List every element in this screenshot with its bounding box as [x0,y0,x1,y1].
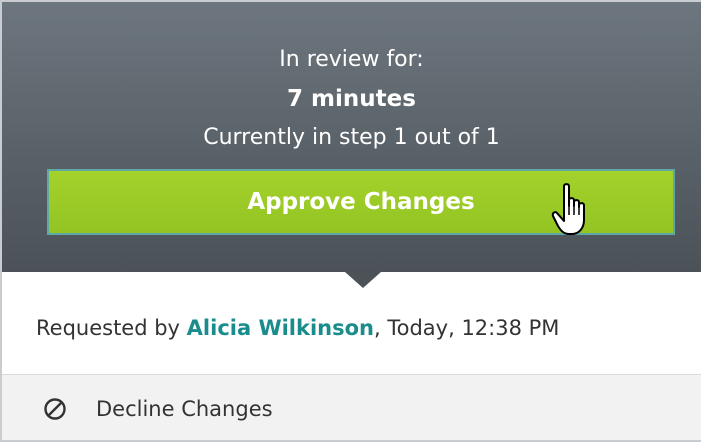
review-step-text: Currently in step 1 out of 1 [203,125,500,150]
decline-changes-button[interactable]: Decline Changes [2,375,701,440]
panel-pointer-notch [345,272,381,288]
review-widget: In review for: 7 minutes Currently in st… [0,0,701,442]
requested-by-row: Requested by Alicia Wilkinson, Today, 12… [2,288,701,374]
requester-name-link[interactable]: Alicia Wilkinson [187,316,374,340]
hand-pointer-cursor-icon [551,183,585,235]
request-timestamp: , Today, 12:38 PM [374,316,560,340]
review-status-label: In review for: [279,47,424,72]
review-duration: 7 minutes [287,86,416,112]
decline-changes-label: Decline Changes [96,397,273,421]
review-status-panel: In review for: 7 minutes Currently in st… [2,2,701,272]
prohibited-icon [44,398,66,420]
requested-by-prefix: Requested by [36,316,187,340]
